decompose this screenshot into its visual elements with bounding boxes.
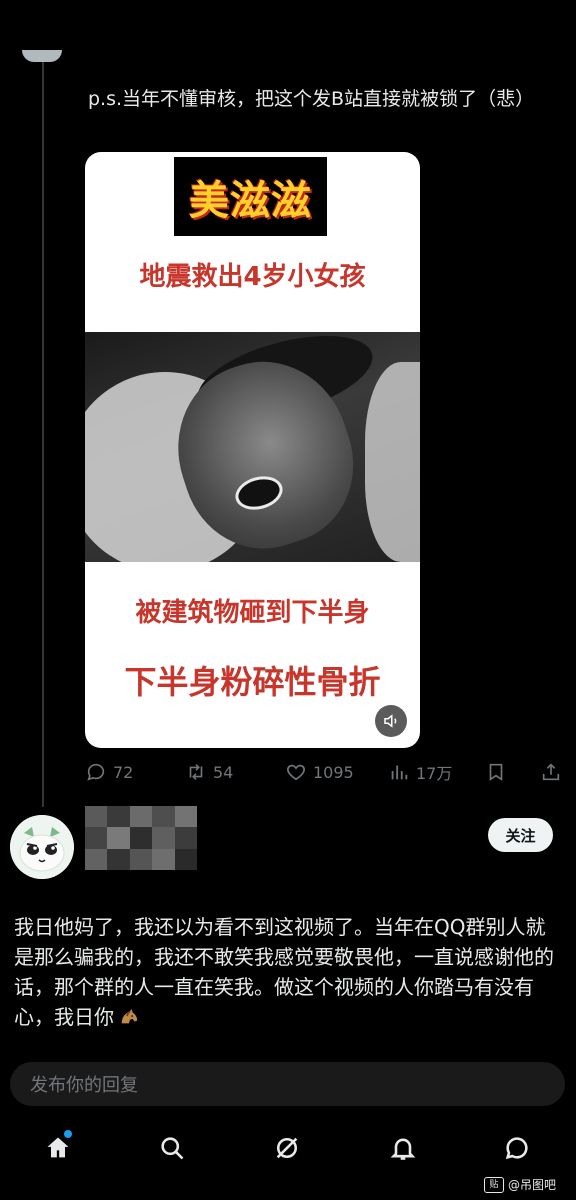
share-button[interactable] bbox=[540, 758, 562, 786]
brand-text: 美滋滋 bbox=[189, 176, 312, 224]
video-headline-3: 下半身粉碎性骨折 bbox=[124, 663, 381, 701]
reply-icon bbox=[87, 763, 105, 781]
follow-button[interactable]: 关注 bbox=[488, 818, 553, 852]
reply-composer[interactable] bbox=[10, 1062, 565, 1108]
video-headline-2: 被建筑物砸到下半身 bbox=[135, 598, 370, 628]
chat-icon bbox=[505, 1137, 528, 1160]
repost-button[interactable]: 54 bbox=[185, 758, 233, 786]
like-count: 1095 bbox=[313, 762, 354, 782]
bookmark-icon bbox=[489, 763, 503, 781]
bottom-tab-bar bbox=[0, 1118, 576, 1182]
watermark-text: @吊图吧 bbox=[508, 1178, 557, 1192]
thread-line bbox=[42, 62, 44, 807]
bar-chart-icon bbox=[391, 765, 408, 780]
view-count: 17万 bbox=[416, 764, 453, 783]
mute-button[interactable] bbox=[375, 705, 407, 737]
repost-icon bbox=[189, 764, 203, 780]
reply-text: 我日他妈了，我还以为看不到这视频了。当年在QQ群别人就是那么骗我的，我还不敢笑我… bbox=[14, 912, 554, 1032]
censored-username[interactable] bbox=[85, 806, 197, 870]
video-frame bbox=[85, 332, 420, 562]
bookmark-button[interactable] bbox=[485, 758, 507, 786]
reply-input[interactable] bbox=[28, 1062, 552, 1108]
reply-text-content: 我日他妈了，我还以为看不到这视频了。当年在QQ群别人就是那么骗我的，我还不敢笑我… bbox=[14, 915, 554, 1029]
reply-avatar[interactable] bbox=[10, 815, 74, 879]
search-icon bbox=[161, 1137, 184, 1160]
previous-avatar[interactable] bbox=[22, 50, 62, 62]
horse-emoji-icon bbox=[121, 1008, 138, 1024]
tab-notifications[interactable] bbox=[387, 1132, 419, 1164]
repost-count: 54 bbox=[213, 762, 234, 782]
video-card[interactable]: 美滋滋 地震救出4岁小女孩 被建筑物砸到下半身 下半身粉碎性骨折 bbox=[85, 152, 420, 748]
speaker-icon bbox=[384, 714, 397, 728]
tab-messages[interactable] bbox=[501, 1132, 533, 1164]
tab-grok[interactable] bbox=[271, 1132, 303, 1164]
post-actions: 72 54 1095 17万 bbox=[85, 758, 565, 786]
grok-icon bbox=[276, 1137, 298, 1159]
heart-icon bbox=[287, 764, 305, 781]
reply-button[interactable]: 72 bbox=[85, 758, 133, 786]
like-button[interactable]: 1095 bbox=[285, 758, 354, 786]
reply-count: 72 bbox=[113, 762, 134, 782]
video-headline-1: 地震救出4岁小女孩 bbox=[139, 262, 366, 292]
brand-logo: 美滋滋 bbox=[174, 157, 327, 236]
post-caption: p.s.当年不懂审核，把这个发B站直接就被锁了（悲） bbox=[88, 88, 535, 110]
tieba-icon: 贴 bbox=[484, 1176, 504, 1193]
share-icon bbox=[542, 763, 560, 781]
views-button[interactable]: 17万 bbox=[388, 758, 452, 786]
tab-search[interactable] bbox=[156, 1132, 188, 1164]
bell-icon bbox=[390, 1138, 416, 1160]
home-notification-dot bbox=[64, 1130, 72, 1138]
watermark: 贴 @吊图吧 bbox=[484, 1176, 556, 1193]
home-icon bbox=[47, 1137, 69, 1158]
